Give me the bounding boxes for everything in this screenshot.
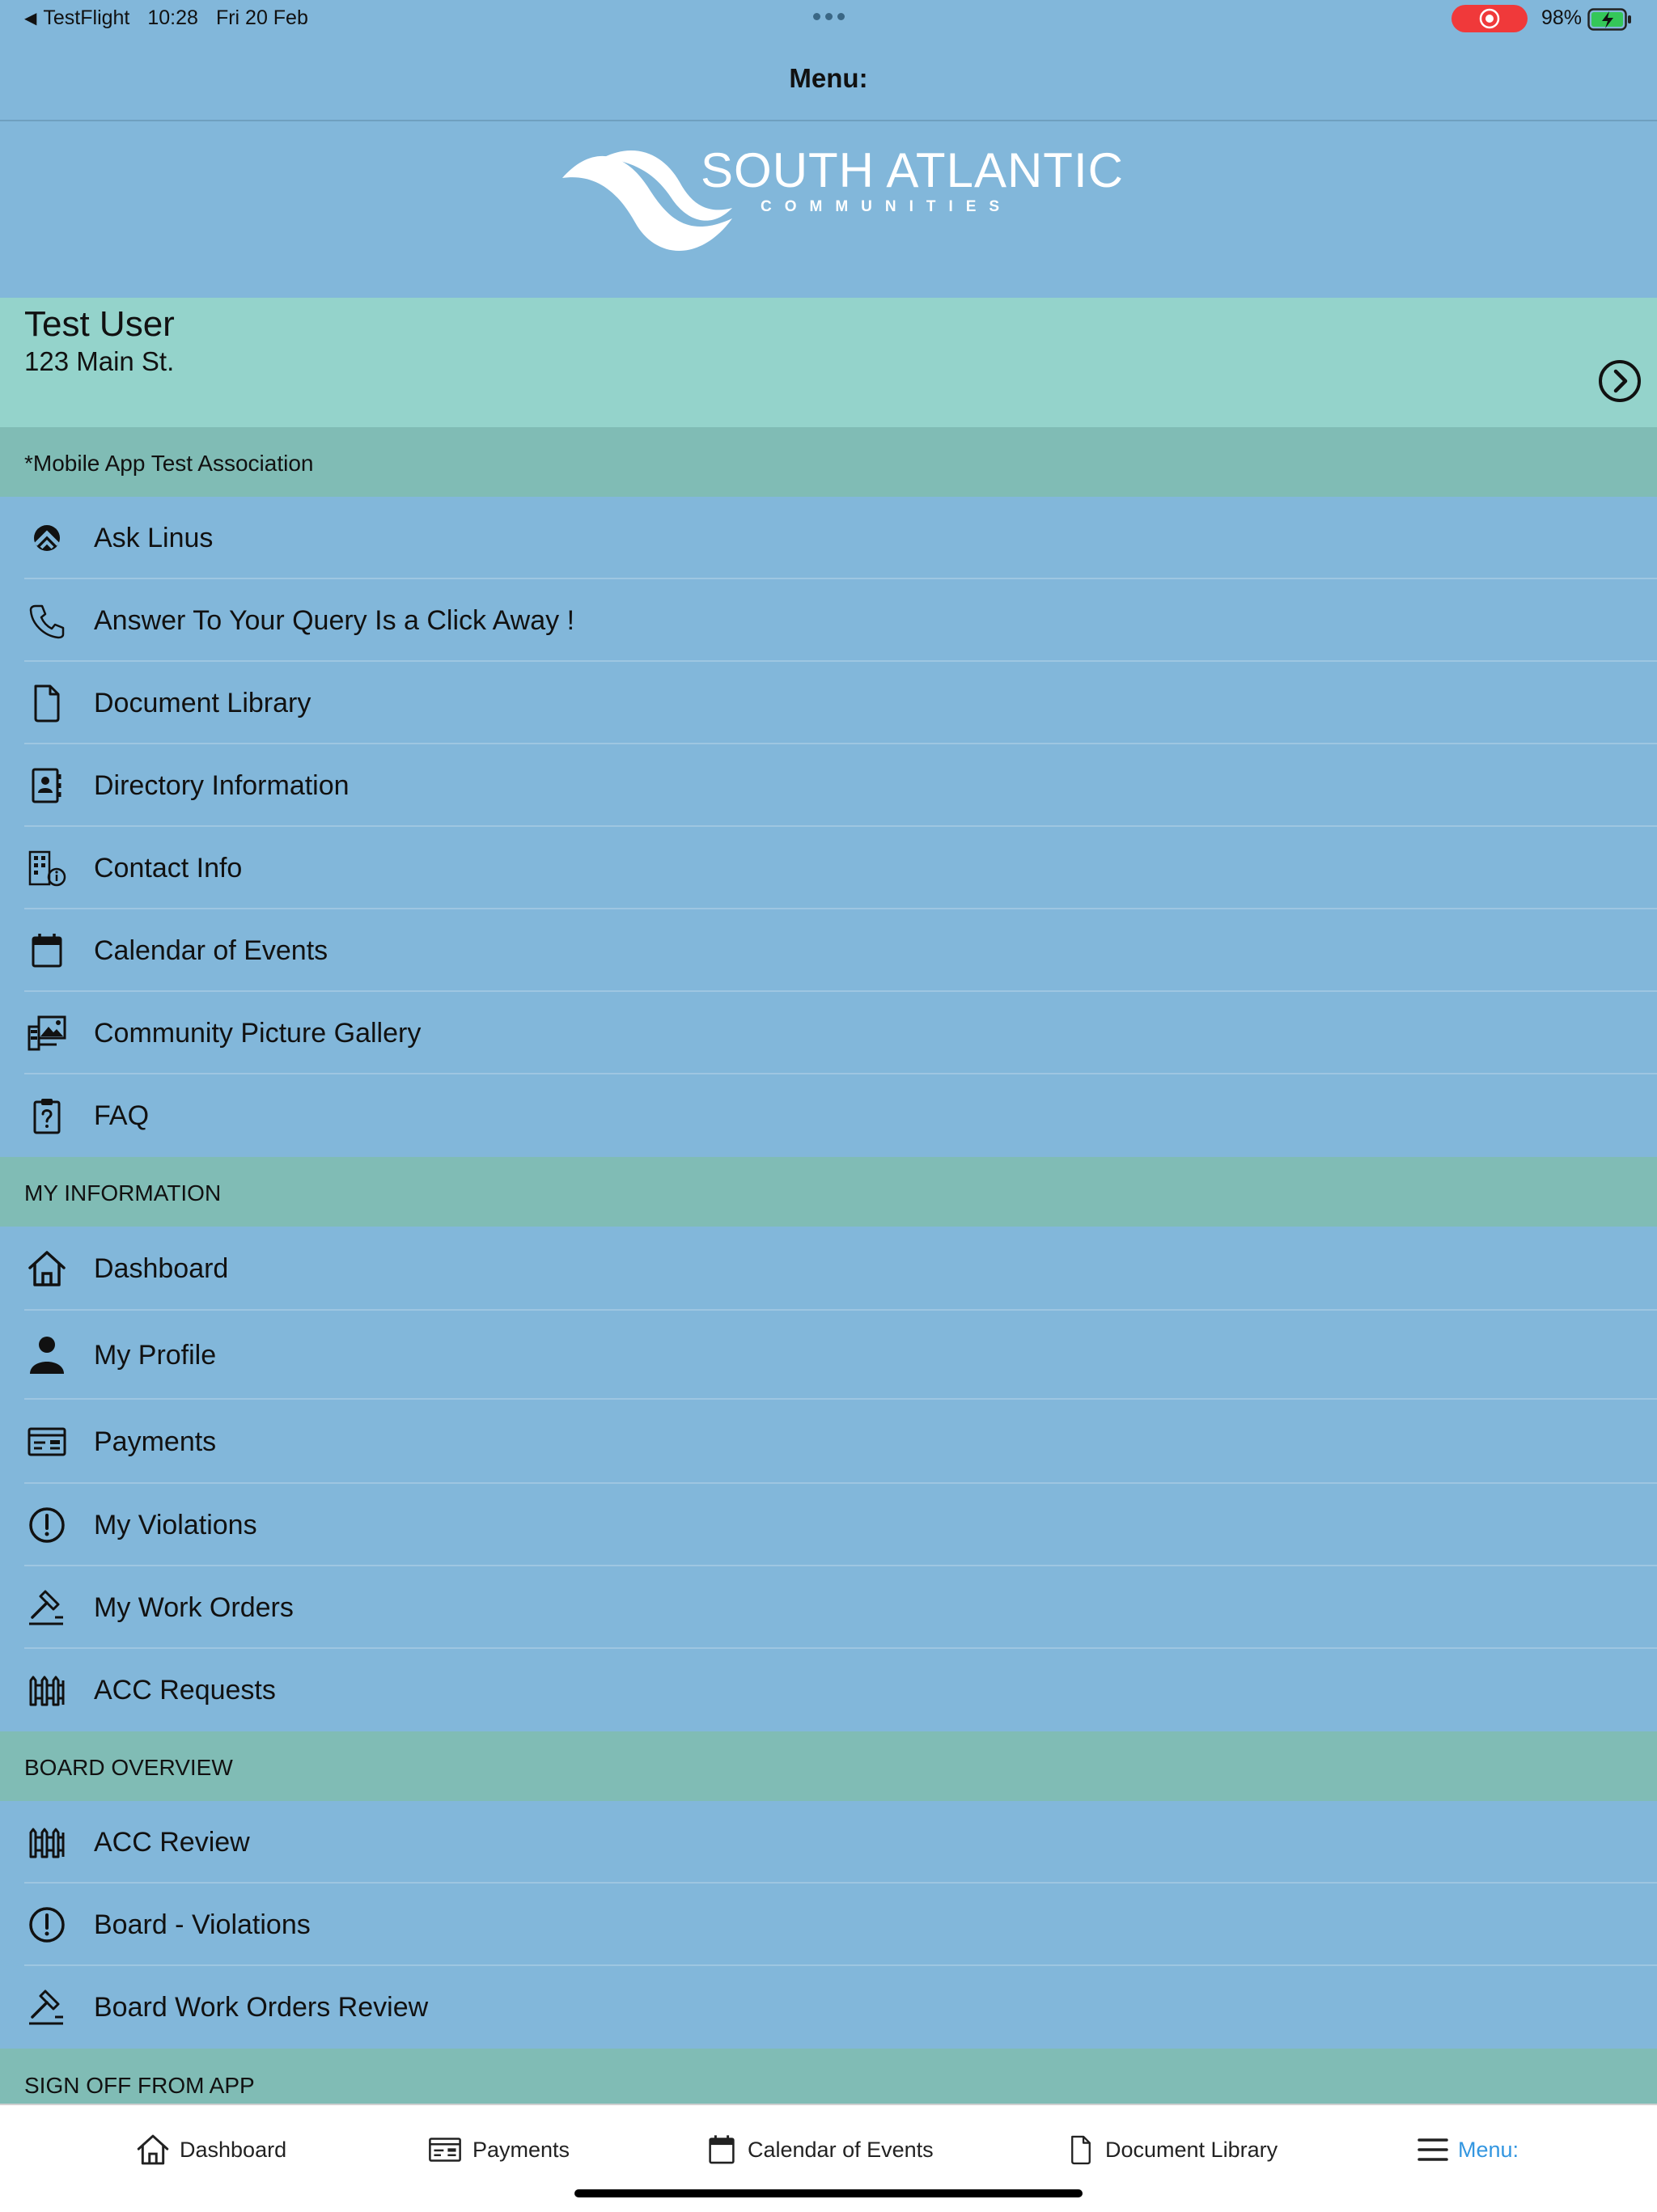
hammer-icon <box>29 1990 63 2025</box>
menu-item-my-profile[interactable]: My Profile <box>0 1311 1657 1400</box>
brand-logo: SOUTH ATLANTIC COMMUNITIES <box>0 121 1657 298</box>
back-caret-icon[interactable]: ◀ <box>24 8 36 28</box>
fence-icon <box>29 1676 65 1706</box>
tab-payments[interactable]: Payments <box>426 2129 570 2170</box>
section-header-sign-off: SIGN OFF FROM APP <box>0 2049 1657 2104</box>
section-title: *Mobile App Test Association <box>24 451 314 476</box>
linus-icon <box>34 525 60 551</box>
tab-calendar-of-events[interactable]: Calendar of Events <box>704 2129 934 2170</box>
menu-item-board-work-orders[interactable]: Board Work Orders Review <box>0 1966 1657 2049</box>
menu-item-dashboard[interactable]: Dashboard <box>0 1227 1657 1311</box>
tab-label: Payments <box>473 2137 570 2162</box>
menu-item-label: Payments <box>94 1426 217 1457</box>
menu-item-contact-info[interactable]: Contact Info <box>0 827 1657 909</box>
alert-circle-icon <box>29 1907 65 1943</box>
menu-item-ask-linus[interactable]: Ask Linus <box>0 497 1657 579</box>
tab-document-library[interactable]: Document Library <box>1065 2129 1278 2170</box>
menu-item-label: Community Picture Gallery <box>94 1018 422 1049</box>
document-icon <box>34 684 60 723</box>
section-title: SIGN OFF FROM APP <box>24 2073 255 2098</box>
brand-name: SOUTH ATLANTIC <box>701 143 1124 197</box>
menu-item-label: Board Work Orders Review <box>94 1992 429 2023</box>
user-card[interactable]: Test User 123 Main St. <box>0 298 1657 427</box>
menu-item-acc-review[interactable]: ACC Review <box>0 1801 1657 1884</box>
record-icon <box>1479 8 1500 29</box>
tab-label: Menu: <box>1458 2137 1519 2162</box>
menu-item-my-violations[interactable]: My Violations <box>0 1484 1657 1566</box>
hamburger-icon <box>1418 2138 1448 2161</box>
chevron-right-circle-icon[interactable] <box>1598 359 1642 403</box>
menu-item-label: My Work Orders <box>94 1592 294 1623</box>
menu-item-label: My Profile <box>94 1340 217 1371</box>
menu-item-document-library[interactable]: Document Library <box>0 662 1657 744</box>
battery-icon <box>1587 8 1631 31</box>
payment-card-icon <box>28 1427 66 1456</box>
clipboard-question-icon <box>33 1099 61 1134</box>
menu-item-label: Calendar of Events <box>94 935 328 966</box>
contact-book-icon <box>32 768 61 803</box>
menu-item-label: My Violations <box>94 1510 257 1540</box>
menu-item-label: Ask Linus <box>94 523 214 553</box>
tab-label: Dashboard <box>180 2137 287 2162</box>
tab-label: Document Library <box>1105 2137 1278 2162</box>
calendar-icon <box>32 934 62 968</box>
phone-icon <box>29 604 65 639</box>
menu-item-label: Dashboard <box>94 1253 229 1284</box>
brand-subtitle: COMMUNITIES <box>761 198 1013 215</box>
page-title: Menu: <box>789 63 868 93</box>
menu-item-label: ACC Requests <box>94 1675 276 1706</box>
menu-item-acc-requests[interactable]: ACC Requests <box>0 1649 1657 1731</box>
alert-circle-icon <box>29 1507 65 1543</box>
navigation-bar: Menu: <box>0 39 1657 121</box>
status-left: ◀ TestFlight 10:28 Fri 20 Feb <box>24 6 326 30</box>
home-icon <box>137 2134 169 2165</box>
menu-item-label: Board - Violations <box>94 1909 311 1940</box>
section-title: MY INFORMATION <box>24 1180 222 1206</box>
multitasking-dots-icon[interactable] <box>811 13 847 20</box>
menu-item-label: Document Library <box>94 688 311 718</box>
building-info-icon <box>28 850 66 887</box>
section-header-my-information: MY INFORMATION <box>0 1157 1657 1227</box>
tab-label: Calendar of Events <box>748 2137 934 2162</box>
menu-item-payments[interactable]: Payments <box>0 1400 1657 1484</box>
menu-item-board-violations[interactable]: Board - Violations <box>0 1884 1657 1966</box>
menu-item-label: ACC Review <box>94 1827 250 1858</box>
home-icon <box>28 1251 66 1286</box>
status-bar: ◀ TestFlight 10:28 Fri 20 Feb 98% <box>0 0 1657 39</box>
section-header-association: *Mobile App Test Association <box>0 427 1657 497</box>
menu-item-calendar[interactable]: Calendar of Events <box>0 909 1657 992</box>
tab-menu[interactable]: Menu: <box>1416 2129 1519 2170</box>
hammer-icon <box>29 1590 63 1625</box>
section-title: BOARD OVERVIEW <box>24 1755 233 1780</box>
user-name: Test User <box>24 304 175 344</box>
gallery-icon <box>28 1015 66 1051</box>
menu-item-label: Answer To Your Query Is a Click Away ! <box>94 605 575 636</box>
tab-dashboard[interactable]: Dashboard <box>134 2129 286 2170</box>
menu-item-label: FAQ <box>94 1100 150 1131</box>
section-header-board-overview: BOARD OVERVIEW <box>0 1731 1657 1801</box>
menu-item-query[interactable]: Answer To Your Query Is a Click Away ! <box>0 579 1657 662</box>
calendar-icon <box>709 2135 735 2164</box>
menu-item-faq[interactable]: FAQ <box>0 1074 1657 1157</box>
home-indicator[interactable] <box>574 2189 1083 2197</box>
menu-item-label: Contact Info <box>94 853 243 884</box>
person-icon <box>30 1337 64 1374</box>
menu-item-directory[interactable]: Directory Information <box>0 744 1657 827</box>
battery-percentage: 98% <box>1541 6 1583 29</box>
menu-item-gallery[interactable]: Community Picture Gallery <box>0 992 1657 1074</box>
back-app-label[interactable]: TestFlight <box>43 6 129 30</box>
screen-recording-indicator[interactable] <box>1451 5 1528 32</box>
status-time: 10:28 <box>147 6 198 29</box>
menu-item-label: Directory Information <box>94 770 350 801</box>
menu-item-my-work-orders[interactable]: My Work Orders <box>0 1566 1657 1649</box>
document-icon <box>1071 2135 1091 2165</box>
status-date: Fri 20 Feb <box>215 6 308 29</box>
user-address: 123 Main St. <box>24 346 175 376</box>
payment-card-icon <box>429 2138 461 2162</box>
fence-icon <box>29 1828 65 1858</box>
